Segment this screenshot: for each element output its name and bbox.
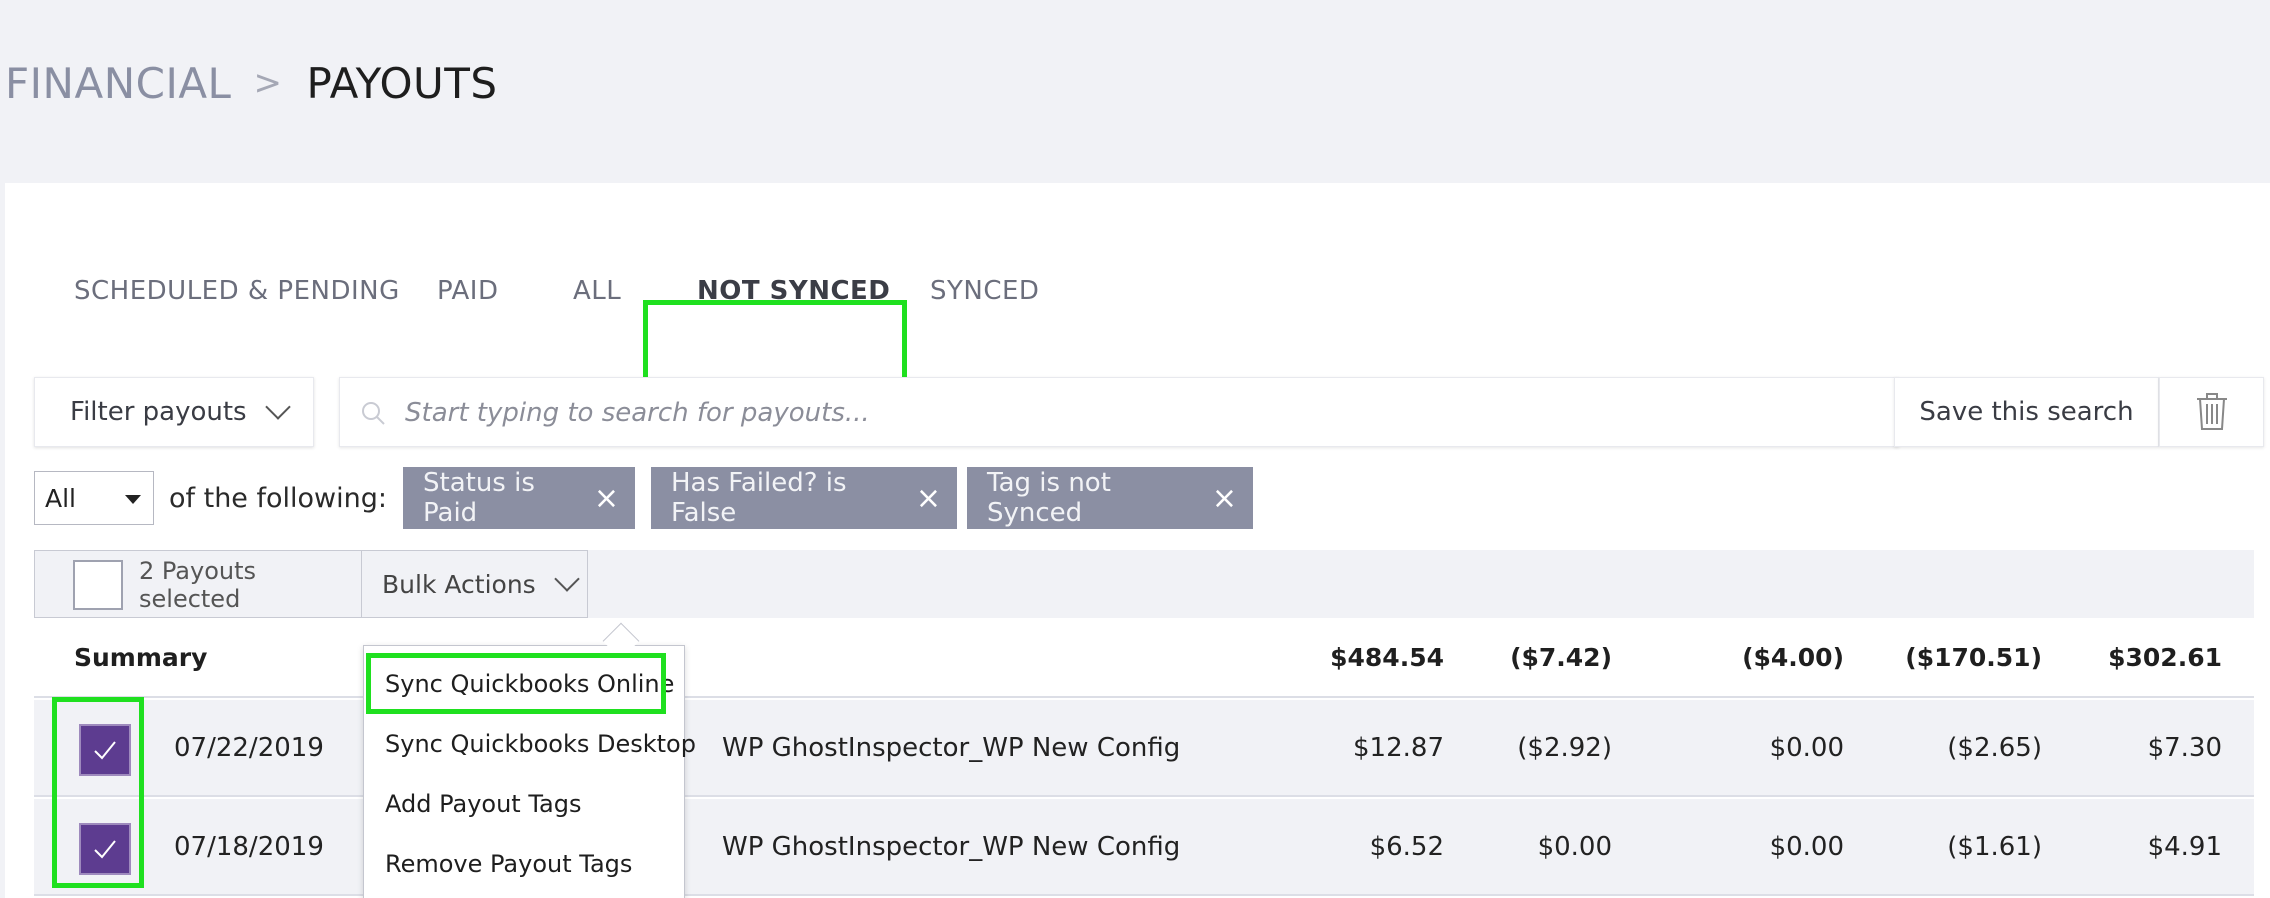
close-icon[interactable]: × (1212, 481, 1237, 516)
payout-date-link[interactable]: 07/18/2019 (174, 799, 324, 894)
search-box (339, 377, 1899, 447)
payouts-panel: SCHEDULED & PENDING PAID ALL NOT SYNCED … (5, 183, 2270, 898)
caret-down-icon (125, 495, 141, 504)
save-search-button[interactable]: Save this search (1894, 377, 2159, 447)
summary-amount: ($170.51) (1905, 642, 2042, 672)
menu-item-add-tags[interactable]: Add Payout Tags (385, 774, 581, 834)
highlight-sync-qbo (366, 653, 666, 714)
filter-chip-tag: Tag is not Synced × (967, 467, 1253, 529)
tab-bar: SCHEDULED & PENDING PAID ALL NOT SYNCED … (5, 243, 2270, 405)
menu-item-sync-qbd[interactable]: Sync Quickbooks Desktop (385, 714, 696, 774)
filter-chip-label: Status is Paid (423, 468, 535, 528)
search-icon (362, 402, 385, 425)
payout-amount: $12.87 (1353, 732, 1444, 763)
filter-bar: Filter payouts Save this search (34, 377, 2264, 447)
filter-chip-failed: Has Failed? is False × (651, 467, 957, 529)
breadcrumb-financial[interactable]: FINANCIAL (5, 59, 231, 108)
payout-amount: $6.52 (1369, 831, 1444, 862)
filter-chip-label: Tag is not Synced (987, 468, 1111, 528)
selected-count: 2 Payouts selected (139, 557, 257, 613)
payout-amount: ($2.92) (1517, 732, 1612, 763)
payout-name-link[interactable]: WP GhostInspector_WP New Config (722, 700, 1180, 795)
summary-amount: ($4.00) (1742, 642, 1844, 672)
bulk-actions-button[interactable]: Bulk Actions (361, 550, 588, 618)
bulk-actions-bar: 2 Payouts selected Bulk Actions (34, 550, 2254, 618)
breadcrumb-separator: > (253, 63, 283, 103)
summary-amount: ($7.42) (1510, 642, 1612, 672)
tab-scheduled-pending[interactable]: SCHEDULED & PENDING (74, 243, 400, 338)
filter-payouts-button[interactable]: Filter payouts (34, 377, 314, 447)
select-all-checkbox[interactable] (73, 560, 123, 610)
chevron-down-icon (553, 566, 580, 592)
criteria-label: of the following: (169, 482, 387, 514)
criteria-row: All of the following: Status is Paid × H… (34, 467, 1253, 529)
tab-synced[interactable]: SYNCED (930, 243, 1039, 338)
match-select-value: All (45, 483, 76, 513)
payout-amount: $7.30 (2147, 732, 2222, 763)
close-icon[interactable]: × (594, 481, 619, 516)
bulk-select: 2 Payouts selected (34, 550, 362, 618)
payout-amount: $0.00 (1769, 732, 1844, 763)
close-icon[interactable]: × (916, 481, 941, 516)
payout-amount: $4.91 (2147, 831, 2222, 862)
highlight-row-checkboxes (52, 697, 144, 888)
payout-amount: $0.00 (1537, 831, 1612, 862)
match-select[interactable]: All (34, 471, 154, 525)
summary-amount: $484.54 (1330, 642, 1444, 672)
payout-name-link[interactable]: WP GhostInspector_WP New Config (722, 799, 1180, 894)
chevron-down-icon (264, 394, 291, 420)
page-title: PAYOUTS (306, 58, 498, 108)
summary-amount: $302.61 (2108, 642, 2222, 672)
tab-paid[interactable]: PAID (437, 243, 499, 338)
payout-amount: ($2.65) (1947, 732, 2042, 763)
filter-chip-label: Has Failed? is False (671, 468, 847, 528)
delete-search-button[interactable] (2159, 377, 2264, 447)
payout-amount: $0.00 (1769, 831, 1844, 862)
menu-item-remove-tags[interactable]: Remove Payout Tags (385, 834, 632, 894)
summary-label: Summary (74, 642, 208, 672)
filter-payouts-label: Filter payouts (70, 397, 247, 427)
search-input[interactable] (405, 390, 1825, 436)
tab-all[interactable]: ALL (573, 243, 621, 338)
trash-icon (2196, 393, 2227, 430)
breadcrumb: FINANCIAL > PAYOUTS (5, 55, 498, 111)
payout-amount: ($1.61) (1947, 831, 2042, 862)
filter-chip-status: Status is Paid × (403, 467, 635, 529)
bulk-actions-label: Bulk Actions (382, 569, 536, 599)
payout-date-link[interactable]: 07/22/2019 (174, 700, 324, 795)
